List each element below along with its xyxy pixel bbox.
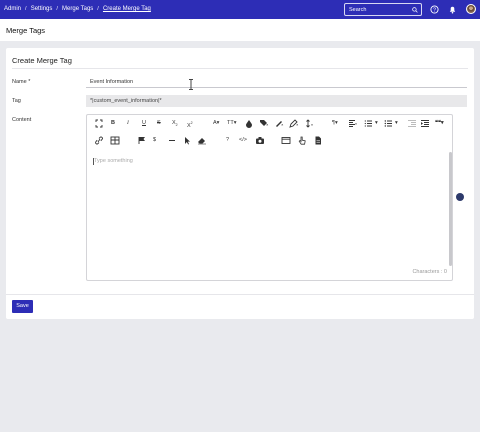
name-label: Name * xyxy=(12,79,31,85)
breadcrumb-separator: / xyxy=(25,6,27,12)
name-field[interactable]: Event Information xyxy=(86,76,467,88)
bulleted-list-icon[interactable] xyxy=(384,119,394,128)
search-placeholder: Search xyxy=(349,7,367,13)
tag-field: *|custom_event_information|* xyxy=(86,95,467,107)
bold-icon[interactable]: B xyxy=(111,119,115,128)
avatar[interactable] xyxy=(466,4,476,14)
top-navigation-bar: Admin / Settings / Merge Tags / Create M… xyxy=(0,0,480,19)
brush-icon[interactable] xyxy=(274,119,284,128)
indent-icon[interactable] xyxy=(420,119,430,128)
camera-icon[interactable] xyxy=(255,136,265,145)
preview-icon[interactable] xyxy=(281,136,291,145)
list-dropdown-icon[interactable]: ▾ xyxy=(375,119,378,128)
content-label: Content xyxy=(12,117,32,123)
page-header: Merge Tags xyxy=(0,19,480,41)
text-cursor-icon xyxy=(189,79,193,90)
divider xyxy=(6,294,474,295)
align-icon[interactable] xyxy=(348,119,358,128)
form-title: Create Merge Tag xyxy=(12,56,72,65)
breadcrumb-create-merge-tag[interactable]: Create Merge Tag xyxy=(103,6,151,12)
svg-text:?: ? xyxy=(433,7,436,13)
help-label: ? xyxy=(226,137,230,143)
breadcrumb-admin[interactable]: Admin xyxy=(4,6,21,12)
table-icon[interactable] xyxy=(110,136,120,145)
tag-color-icon[interactable] xyxy=(259,119,269,128)
ordered-list-icon[interactable] xyxy=(364,119,374,128)
code-view-icon[interactable]: </> xyxy=(239,136,247,145)
subscript-icon[interactable]: X2 xyxy=(172,119,178,130)
font-size-icon[interactable]: TT▾ xyxy=(227,119,237,128)
page-title: Merge Tags xyxy=(6,26,46,35)
breadcrumb-settings[interactable]: Settings xyxy=(31,6,53,12)
italic-icon[interactable]: I xyxy=(127,119,129,128)
save-button[interactable]: Save xyxy=(12,300,33,313)
quote-label: ❝❝ xyxy=(435,120,441,126)
font-size-label: TT xyxy=(227,120,234,126)
pen-icon[interactable] xyxy=(289,119,299,128)
blockquote-icon[interactable]: ❝❝▾ xyxy=(435,119,444,128)
bullet-dropdown-icon[interactable]: ▾ xyxy=(395,119,398,128)
breadcrumb: Admin / Settings / Merge Tags / Create M… xyxy=(4,6,151,12)
dollar-icon[interactable]: $ xyxy=(153,136,156,145)
select-pointer-icon[interactable] xyxy=(182,136,192,145)
breadcrumb-merge-tags[interactable]: Merge Tags xyxy=(62,6,93,12)
search-icon[interactable] xyxy=(412,7,418,13)
globe-icon[interactable] xyxy=(456,193,464,201)
highlight-icon[interactable] xyxy=(244,119,254,128)
breadcrumb-separator: / xyxy=(56,6,59,12)
breadcrumb-separator: / xyxy=(97,6,99,12)
help-icon[interactable]: ? xyxy=(430,5,439,14)
editor-placeholder: Type something xyxy=(93,158,133,165)
bell-icon[interactable] xyxy=(448,5,457,14)
eraser-icon[interactable] xyxy=(197,136,207,145)
font-color-label: A xyxy=(213,120,217,126)
editor-scrollbar[interactable] xyxy=(449,152,452,266)
create-merge-tag-card: Create Merge Tag Name * Event Informatio… xyxy=(6,48,474,319)
horizontal-rule-icon[interactable] xyxy=(167,136,177,145)
outdent-icon[interactable] xyxy=(407,119,417,128)
fullscreen-icon[interactable] xyxy=(94,119,104,128)
divider xyxy=(12,68,468,69)
search-input[interactable]: Search xyxy=(344,3,422,16)
paragraph-icon[interactable]: ¶▾ xyxy=(332,119,338,128)
strikethrough-icon[interactable]: S xyxy=(157,119,161,128)
tag-label: Tag xyxy=(12,98,21,104)
help-toolbar-icon[interactable]: ? xyxy=(226,136,229,145)
superscript-icon[interactable]: X2 xyxy=(187,119,193,131)
underline-icon[interactable]: U xyxy=(142,119,146,128)
link-icon[interactable] xyxy=(94,136,104,145)
line-height-icon[interactable] xyxy=(305,119,315,128)
document-icon[interactable] xyxy=(313,136,323,145)
hand-pointer-icon[interactable] xyxy=(297,136,307,145)
character-counter: Characters : 0 xyxy=(412,269,447,275)
font-color-icon[interactable]: A▾ xyxy=(213,119,219,128)
rich-text-editor[interactable]: B I U S X2 X2 A▾ TT▾ ¶▾ ▾ ▾ ❝❝▾ $ ? </> xyxy=(86,114,453,281)
flag-icon[interactable] xyxy=(137,136,147,145)
